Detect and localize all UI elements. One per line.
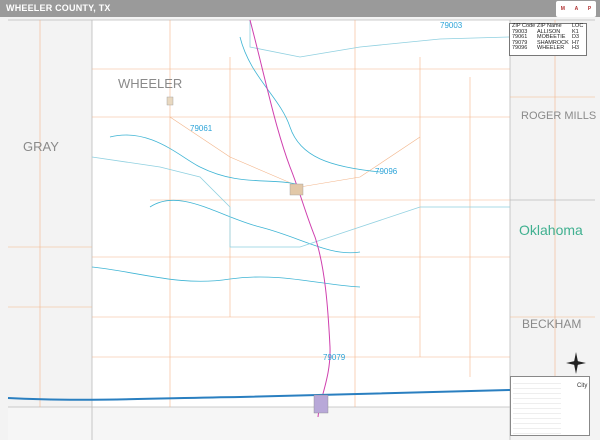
beckham-label: BECKHAM xyxy=(522,317,582,331)
legend-city-label: City xyxy=(577,383,588,389)
publisher-logo-icon: MAP xyxy=(556,1,596,17)
roger-mills-label: ROGER MILLS xyxy=(521,110,597,122)
map-legend: City xyxy=(510,376,590,436)
zip-label-79003: 79003 xyxy=(440,21,463,30)
gray-county-area xyxy=(8,17,92,407)
gray-county-label: GRAY xyxy=(23,139,59,154)
oklahoma-label: Oklahoma xyxy=(519,222,583,238)
shamrock-city xyxy=(313,394,329,414)
zip-table-row: 79096 WHEELER H3 xyxy=(510,46,586,52)
zip-label-79079: 79079 xyxy=(323,353,346,362)
oklahoma-area xyxy=(510,20,595,392)
zip-table-cell: H3 xyxy=(572,45,580,52)
map-header: WHEELER COUNTY, TX MAP xyxy=(0,0,600,17)
zip-label-79061: 79061 xyxy=(190,124,213,133)
zip-table-cell: WHEELER xyxy=(537,45,565,52)
zip-code-table: ZIP Code ZIP Name LOC 79003 ALLISON K1 7… xyxy=(509,23,587,56)
legend-rows xyxy=(513,379,561,434)
wheeler-county-label: WHEELER xyxy=(118,76,183,91)
south-area xyxy=(8,407,510,440)
mobeetie-city xyxy=(166,96,174,106)
map-frame: WHEELER COUNTY, TX MAP WHEELER GRAY ROGE… xyxy=(0,0,600,440)
compass-rose-icon xyxy=(566,352,586,374)
wheeler-city xyxy=(289,183,304,196)
zip-label-79096: 79096 xyxy=(375,167,398,176)
map-title: WHEELER COUNTY, TX xyxy=(6,3,111,13)
zip-table-cell: 79096 xyxy=(512,45,528,52)
